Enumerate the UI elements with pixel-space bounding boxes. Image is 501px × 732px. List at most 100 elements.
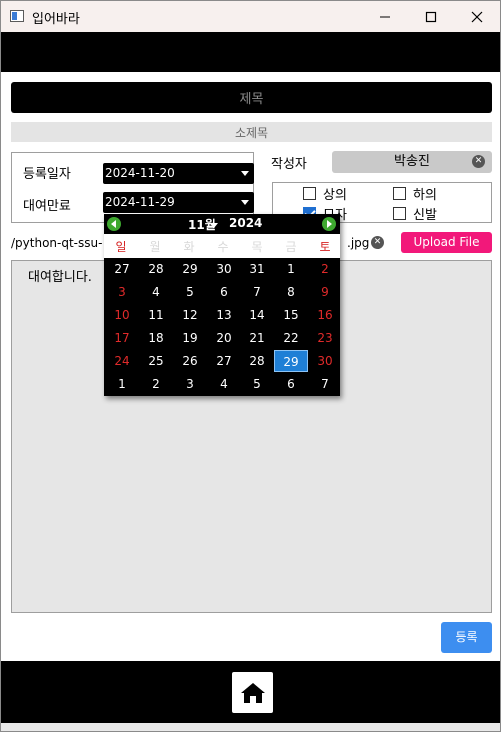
maximize-button[interactable]	[408, 1, 454, 32]
calendar-day[interactable]: 5	[240, 373, 274, 395]
author-label: 작성자	[271, 157, 307, 172]
calendar-day[interactable]: 7	[308, 373, 342, 395]
calendar-day[interactable]: 27	[207, 350, 241, 372]
reg-date-picker[interactable]: 2024-11-20	[103, 163, 254, 184]
calendar-day[interactable]: 1	[274, 258, 308, 280]
checkbox-box	[303, 187, 316, 200]
calendar-day[interactable]: 16	[308, 304, 342, 326]
calendar-day[interactable]: 2	[139, 373, 173, 395]
top-bar	[1, 32, 500, 72]
calendar-day[interactable]: 23	[308, 327, 342, 349]
weekday-label: 목	[251, 240, 263, 254]
calendar-day[interactable]: 29	[274, 350, 308, 372]
clear-icon[interactable]: ✕	[472, 155, 485, 168]
title-bar: 입어바라	[1, 1, 500, 32]
calendar-day[interactable]: 8	[274, 281, 308, 303]
calendar-day[interactable]: 13	[207, 304, 241, 326]
checkbox-box	[393, 187, 406, 200]
calendar-day[interactable]: 28	[240, 350, 274, 372]
register-button[interactable]: 등록	[441, 622, 492, 653]
calendar-day[interactable]: 1	[105, 373, 139, 395]
calendar-day[interactable]: 26	[173, 350, 207, 372]
reg-date-label: 등록일자	[23, 167, 71, 182]
home-button[interactable]	[232, 672, 273, 713]
weekday-label: 수	[217, 240, 229, 254]
calendar-day[interactable]: 17	[105, 327, 139, 349]
calendar-day[interactable]: 27	[105, 258, 139, 280]
calendar-day[interactable]: 19	[173, 327, 207, 349]
maximize-icon	[425, 11, 437, 22]
right-arrow-icon[interactable]	[322, 217, 336, 231]
calendar-day[interactable]: 11	[139, 304, 173, 326]
calendar-day[interactable]: 3	[173, 373, 207, 395]
calendar-day[interactable]: 4	[207, 373, 241, 395]
weekday-label: 토	[319, 240, 331, 254]
calendar-day[interactable]: 30	[207, 258, 241, 280]
calendar-day[interactable]: 18	[139, 327, 173, 349]
category-top-checkbox[interactable]: 상의	[303, 184, 347, 203]
calendar-day[interactable]: 31	[240, 258, 274, 280]
calendar-grid: 27 28 29 30 31 1 2 3 4 5 6 7 8 9 10 11 12 13 14 15 16 17 18 19 2…	[104, 258, 340, 396]
close-icon	[471, 11, 483, 22]
date-group: 등록일자 2024-11-20 대여만료 2024-11-29	[11, 152, 254, 223]
checkbox-label: 신발	[413, 208, 437, 223]
calendar-day[interactable]: 21	[240, 327, 274, 349]
title-input[interactable]: 제목	[11, 82, 492, 113]
chevron-down-icon	[241, 171, 249, 176]
calendar-day[interactable]: 30	[308, 350, 342, 372]
calendar-day[interactable]: 6	[207, 281, 241, 303]
calendar-day[interactable]: 12	[173, 304, 207, 326]
bottom-strip	[1, 723, 500, 731]
clear-icon[interactable]: ✕	[371, 236, 384, 249]
due-date-label: 대여만료	[23, 199, 71, 214]
left-arrow-icon[interactable]	[107, 217, 121, 231]
category-shoes-checkbox[interactable]: 신발	[393, 204, 437, 223]
calendar-day[interactable]: 14	[240, 304, 274, 326]
calendar-day[interactable]: 22	[274, 327, 308, 349]
calendar-day[interactable]: 5	[173, 281, 207, 303]
app-icon	[10, 10, 24, 22]
calendar-day[interactable]: 25	[139, 350, 173, 372]
weekday-label: 화	[183, 240, 195, 254]
calendar-year[interactable]: 2024	[229, 216, 262, 230]
subtitle-placeholder: 소제목	[234, 125, 269, 140]
due-date-picker[interactable]: 2024-11-29	[103, 192, 254, 213]
reg-date-value: 2024-11-20	[105, 166, 175, 180]
calendar-day[interactable]: 9	[308, 281, 342, 303]
upload-file-button[interactable]: Upload File	[401, 232, 492, 253]
close-button[interactable]	[454, 1, 500, 32]
calendar-day[interactable]: 2	[308, 258, 342, 280]
weekday-header: 일 월 화 수 목 금 토	[104, 234, 340, 258]
calendar-day[interactable]: 20	[207, 327, 241, 349]
checkbox-label: 하의	[413, 188, 437, 203]
weekday-label: 월	[149, 240, 161, 254]
calendar-popup: 11월 2024 일 월 화 수 목 금 토 27 28 29 30 31 1 2 3 4 5 6 7…	[104, 214, 340, 396]
calendar-nav: 11월 2024	[104, 214, 340, 234]
file-path-end: .jpg	[347, 236, 370, 250]
calendar-day[interactable]: 24	[105, 350, 139, 372]
due-date-value: 2024-11-29	[105, 195, 175, 209]
subtitle-input[interactable]: 소제목	[11, 122, 492, 142]
file-path-start: /python-qt-ssu-	[11, 236, 103, 250]
minimize-icon	[380, 16, 390, 17]
chevron-down-icon	[210, 223, 218, 228]
checkbox-label: 상의	[323, 188, 347, 203]
category-bottom-checkbox[interactable]: 하의	[393, 184, 437, 203]
calendar-day[interactable]: 29	[173, 258, 207, 280]
author-value: 박송진	[394, 154, 430, 169]
content-text: 대여합니다.	[28, 270, 92, 285]
calendar-day[interactable]: 15	[274, 304, 308, 326]
minimize-button[interactable]	[362, 1, 408, 32]
window-title: 입어바라	[32, 12, 80, 27]
author-input[interactable]: 박송진 ✕	[332, 151, 492, 173]
calendar-day[interactable]: 6	[274, 373, 308, 395]
weekday-label: 일	[115, 240, 127, 254]
calendar-day[interactable]: 10	[105, 304, 139, 326]
home-icon	[240, 682, 265, 703]
chevron-down-icon	[241, 200, 249, 205]
calendar-day[interactable]: 28	[139, 258, 173, 280]
calendar-day[interactable]: 7	[240, 281, 274, 303]
checkbox-box	[393, 207, 406, 220]
calendar-day[interactable]: 3	[105, 281, 139, 303]
calendar-day[interactable]: 4	[139, 281, 173, 303]
